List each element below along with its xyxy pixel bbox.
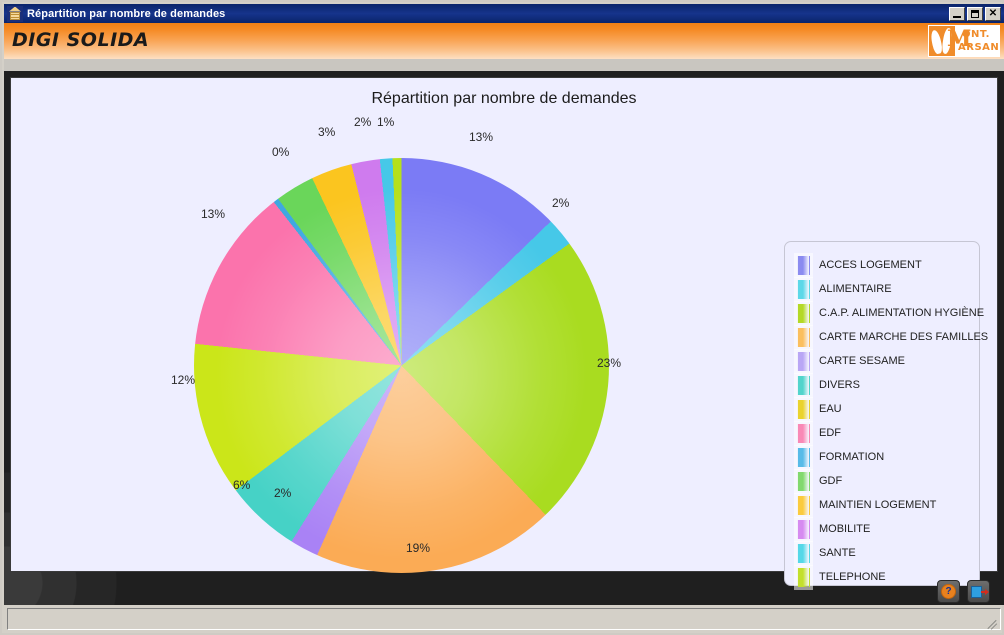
title-bar: Répartition par nombre de demandes ✕ — [4, 4, 1004, 23]
minimize-button[interactable] — [949, 6, 965, 21]
legend-item[interactable]: MOBILITE — [797, 517, 979, 541]
pie-label-5: 6% — [233, 478, 251, 492]
app-name: DIGI SOLIDA — [12, 29, 150, 51]
legend-label: MAINTIEN LOGEMENT — [819, 499, 937, 511]
help-button[interactable] — [937, 580, 960, 603]
app-banner: DIGI SOLIDA M ONT. ARSAN — [4, 23, 1004, 59]
legend-item[interactable]: SANTE — [797, 541, 979, 565]
app-icon — [7, 5, 23, 22]
pie-slices[interactable] — [194, 158, 609, 573]
pie-label-4: 2% — [274, 486, 292, 500]
legend-swatch-icon — [797, 543, 810, 563]
pie-chart — [194, 158, 609, 573]
maximize-button[interactable] — [967, 6, 983, 21]
chart-panel: Répartition par nombre de demandes 13% 2%… — [10, 77, 998, 587]
legend-swatch-icon — [797, 255, 810, 275]
legend-item[interactable]: ALIMENTAIRE — [797, 277, 979, 301]
legend-item[interactable]: EDF — [797, 421, 979, 445]
close-icon: ✕ — [988, 7, 998, 19]
legend-label: SANTE — [819, 547, 856, 559]
legend-item[interactable]: GDF — [797, 469, 979, 493]
legend-label: GDF — [819, 475, 843, 487]
window-controls: ✕ — [949, 6, 1001, 21]
legend-swatch-icon — [797, 423, 810, 443]
application-window: Répartition par nombre de demandes ✕ DIG… — [0, 0, 1004, 635]
legend-swatch-icon — [797, 567, 810, 587]
legend-item[interactable]: CARTE MARCHE DES FAMILLES — [797, 325, 988, 349]
bottom-toolbar — [937, 580, 990, 603]
legend-item[interactable]: MAINTIEN LOGEMENT — [797, 493, 979, 517]
legend-swatch-icon — [797, 327, 810, 347]
legend-label: CARTE MARCHE DES FAMILLES — [819, 331, 989, 343]
window-title: Répartition par nombre de demandes — [27, 7, 226, 20]
close-button[interactable]: ✕ — [985, 6, 1001, 21]
legend-item[interactable]: C.A.P. ALIMENTATION HYGIÈNE — [797, 301, 984, 325]
logo-text-line2: ARSAN — [958, 42, 1000, 53]
legend-item[interactable]: EAU — [797, 397, 979, 421]
legend-swatch-icon — [797, 279, 810, 299]
pie-label-2: 23% — [597, 356, 622, 370]
pie-label-7: 13% — [201, 207, 226, 221]
pie-label-3: 19% — [406, 541, 431, 555]
legend-label: FORMATION — [819, 451, 885, 463]
legend-swatch-icon — [797, 519, 810, 539]
legend-swatch-icon — [797, 375, 810, 395]
legend-label: C.A.P. ALIMENTATION HYGIÈNE — [819, 307, 985, 319]
legend-label: CARTE SESAME — [819, 355, 905, 367]
legend-swatch-icon — [797, 303, 810, 323]
logo-text-line1: ONT. — [962, 29, 990, 40]
legend-label: ACCES LOGEMENT — [819, 259, 922, 271]
chart-legend: ACCES LOGEMENT ALIMENTAIRE C.A.P. ALIMENTA… — [784, 241, 988, 587]
legend-swatch-icon — [797, 399, 810, 419]
exit-button[interactable] — [967, 580, 990, 603]
status-bar — [7, 608, 1001, 630]
legend-label: TELEPHONE — [819, 571, 886, 583]
legend-item[interactable]: DIVERS — [797, 373, 979, 397]
legend-label: MOBILITE — [819, 523, 871, 535]
legend-item[interactable]: CARTE SESAME — [797, 349, 979, 373]
pie-label-0: 13% — [469, 130, 494, 144]
pie-label-11: 1% — [377, 115, 395, 129]
legend-label: ALIMENTAIRE — [819, 283, 892, 295]
legend-item[interactable]: ACCES LOGEMENT — [797, 253, 979, 277]
banner-divider — [4, 59, 1004, 71]
mont-de-marsan-logo: M ONT. ARSAN — [928, 25, 1000, 57]
pie-label-9: 3% — [318, 125, 336, 139]
pie-label-6: 12% — [171, 373, 196, 387]
exit-arrow-icon — [981, 589, 989, 595]
legend-swatch-icon — [797, 351, 810, 371]
legend-swatch-icon — [797, 447, 810, 467]
legend-label: EDF — [819, 427, 841, 439]
pie-label-1: 2% — [552, 196, 570, 210]
help-icon — [941, 584, 956, 599]
legend-label: DIVERS — [819, 379, 860, 391]
legend-swatch-icon — [797, 495, 810, 515]
pie-label-8: 0% — [272, 145, 290, 159]
legend-item[interactable]: FORMATION — [797, 445, 979, 469]
legend-label: EAU — [819, 403, 842, 415]
legend-swatch-icon — [797, 471, 810, 491]
pie-label-10: 2% — [354, 115, 372, 129]
resize-grip[interactable] — [984, 614, 998, 630]
chart-title: Répartition par nombre de demandes — [371, 90, 637, 107]
